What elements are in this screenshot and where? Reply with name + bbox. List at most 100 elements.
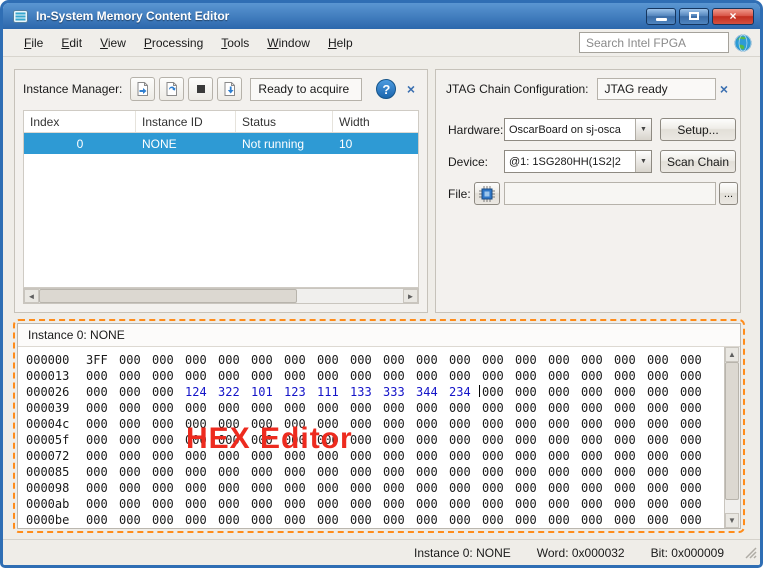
hex-value[interactable]: 000 — [515, 448, 537, 464]
hex-value[interactable]: 000 — [515, 480, 537, 496]
hex-value[interactable]: 000 — [284, 448, 306, 464]
hex-value[interactable]: 000 — [317, 480, 339, 496]
close-button[interactable]: × — [712, 8, 754, 25]
hex-value[interactable]: 000 — [383, 480, 405, 496]
hex-value[interactable]: 000 — [218, 352, 240, 368]
hex-value[interactable]: 000 — [218, 416, 240, 432]
hex-value[interactable]: 124 — [185, 384, 207, 400]
hex-value[interactable]: 000 — [647, 496, 669, 512]
hex-value[interactable]: 000 — [284, 400, 306, 416]
hex-value[interactable]: 000 — [185, 416, 207, 432]
hex-value[interactable]: 000 — [284, 480, 306, 496]
hex-value[interactable]: 000 — [548, 368, 570, 384]
hex-value[interactable]: 000 — [218, 400, 240, 416]
hex-value[interactable]: 000 — [680, 464, 702, 480]
hex-value[interactable]: 000 — [680, 352, 702, 368]
menu-item-file[interactable]: File — [15, 31, 52, 55]
hex-value[interactable]: 000 — [317, 464, 339, 480]
hex-value[interactable]: 000 — [647, 512, 669, 528]
hex-value[interactable]: 000 — [284, 464, 306, 480]
hex-value[interactable]: 000 — [581, 464, 603, 480]
hex-value[interactable]: 123 — [284, 384, 306, 400]
hex-value[interactable]: 000 — [152, 416, 174, 432]
hex-value[interactable]: 000 — [548, 384, 570, 400]
hex-value[interactable]: 000 — [350, 496, 372, 512]
hex-value[interactable]: 000 — [647, 416, 669, 432]
hex-value[interactable]: 000 — [416, 352, 438, 368]
hex-value[interactable]: 000 — [449, 448, 471, 464]
hex-value[interactable]: 000 — [581, 416, 603, 432]
help-button[interactable]: ? — [376, 79, 396, 99]
jtag-panel-close-icon[interactable]: × — [716, 82, 732, 96]
hex-value[interactable]: 000 — [416, 496, 438, 512]
hex-value[interactable]: 000 — [251, 432, 273, 448]
hex-value[interactable]: 000 — [152, 512, 174, 528]
hex-value[interactable]: 000 — [614, 384, 636, 400]
hex-value[interactable]: 234 — [449, 384, 471, 400]
device-select[interactable]: @1: 1SG280HH(1S2|2 ▼ — [504, 150, 652, 173]
write-data-button[interactable] — [217, 77, 242, 101]
continuous-read-button[interactable] — [159, 77, 184, 101]
hex-value[interactable]: 000 — [185, 352, 207, 368]
hex-value[interactable]: 000 — [218, 368, 240, 384]
scroll-up-icon[interactable]: ▲ — [725, 347, 739, 362]
hex-value[interactable]: 000 — [647, 384, 669, 400]
hex-value[interactable]: 000 — [416, 512, 438, 528]
scroll-down-icon[interactable]: ▼ — [725, 513, 739, 528]
hex-value[interactable]: 000 — [86, 400, 108, 416]
vertical-scroll-thumb[interactable] — [725, 362, 739, 500]
hex-value[interactable]: 000 — [185, 480, 207, 496]
hex-value[interactable]: 133 — [350, 384, 372, 400]
hex-value[interactable]: 000 — [383, 416, 405, 432]
hex-value[interactable]: 000 — [482, 432, 504, 448]
hex-value[interactable]: 000 — [647, 400, 669, 416]
hex-value[interactable]: 101 — [251, 384, 273, 400]
hex-value[interactable]: 000 — [515, 496, 537, 512]
hex-value[interactable]: 000 — [119, 448, 141, 464]
hex-value[interactable]: 000 — [317, 416, 339, 432]
table-row[interactable]: 0 NONE Not running 10 — [24, 133, 418, 154]
hex-value[interactable]: 000 — [482, 416, 504, 432]
hex-value[interactable]: 000 — [581, 384, 603, 400]
hex-value[interactable]: 000 — [482, 384, 504, 400]
hex-value[interactable]: 000 — [284, 496, 306, 512]
hex-value[interactable]: 000 — [614, 416, 636, 432]
instance-manager-close-icon[interactable]: × — [403, 82, 419, 96]
hex-value[interactable]: 000 — [350, 512, 372, 528]
hex-value[interactable]: 000 — [152, 464, 174, 480]
hex-value[interactable]: 000 — [515, 384, 537, 400]
hex-value[interactable]: 000 — [251, 512, 273, 528]
hex-value[interactable]: 000 — [680, 368, 702, 384]
hex-value[interactable]: 000 — [317, 400, 339, 416]
hex-value[interactable]: 000 — [515, 352, 537, 368]
hex-value[interactable]: 000 — [152, 480, 174, 496]
hex-value[interactable]: 000 — [317, 432, 339, 448]
hex-value[interactable]: 000 — [449, 368, 471, 384]
hex-value[interactable]: 000 — [185, 448, 207, 464]
hex-value[interactable]: 000 — [251, 352, 273, 368]
hex-value[interactable]: 000 — [383, 368, 405, 384]
hex-value[interactable]: 000 — [548, 400, 570, 416]
scroll-right-icon[interactable]: ► — [403, 289, 418, 303]
hex-value[interactable]: 000 — [185, 368, 207, 384]
hex-value[interactable]: 000 — [449, 464, 471, 480]
hex-value[interactable]: 000 — [548, 432, 570, 448]
hex-value[interactable]: 000 — [284, 368, 306, 384]
hex-value[interactable]: 000 — [218, 448, 240, 464]
hex-value[interactable]: 000 — [383, 464, 405, 480]
hex-value[interactable]: 000 — [416, 416, 438, 432]
read-data-button[interactable] — [130, 77, 155, 101]
hex-value[interactable]: 000 — [86, 448, 108, 464]
hex-value[interactable]: 000 — [119, 464, 141, 480]
hex-value[interactable]: 000 — [152, 448, 174, 464]
hex-value[interactable]: 000 — [614, 480, 636, 496]
hex-value[interactable]: 000 — [350, 368, 372, 384]
hex-value[interactable]: 000 — [185, 400, 207, 416]
hex-value[interactable]: 000 — [218, 480, 240, 496]
hex-value[interactable]: 000 — [548, 496, 570, 512]
menu-item-view[interactable]: View — [91, 31, 135, 55]
hex-value[interactable]: 333 — [383, 384, 405, 400]
hex-value[interactable]: 000 — [350, 448, 372, 464]
hex-value[interactable]: 000 — [86, 480, 108, 496]
hex-value[interactable]: 000 — [680, 384, 702, 400]
